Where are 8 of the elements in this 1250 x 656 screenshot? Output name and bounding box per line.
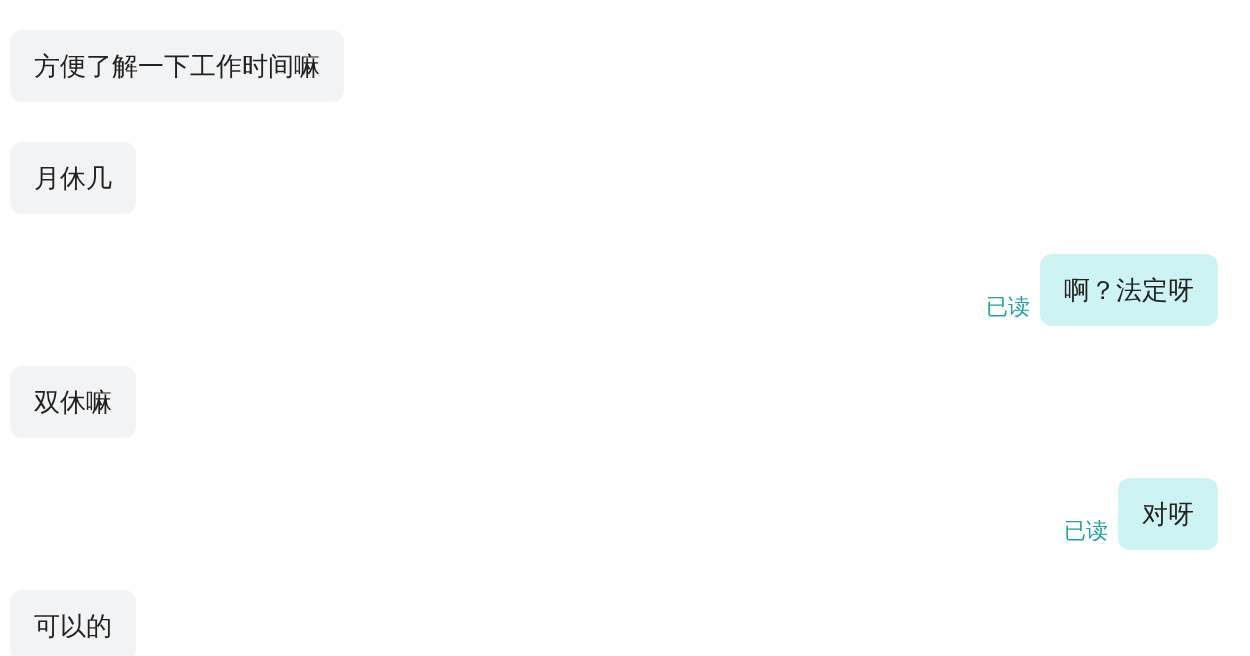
- message-bubble: 对呀: [1118, 478, 1218, 550]
- message-bubble: 双休嘛: [10, 366, 136, 438]
- message-bubble: 可以的: [10, 590, 136, 656]
- message-bubble: 方便了解一下工作时间嘛: [10, 30, 344, 102]
- message-bubble: 月休几: [10, 142, 136, 214]
- read-receipt: 已读: [1064, 517, 1108, 545]
- read-receipt: 已读: [986, 293, 1030, 321]
- message-bubble: 啊？法定呀: [1040, 254, 1218, 326]
